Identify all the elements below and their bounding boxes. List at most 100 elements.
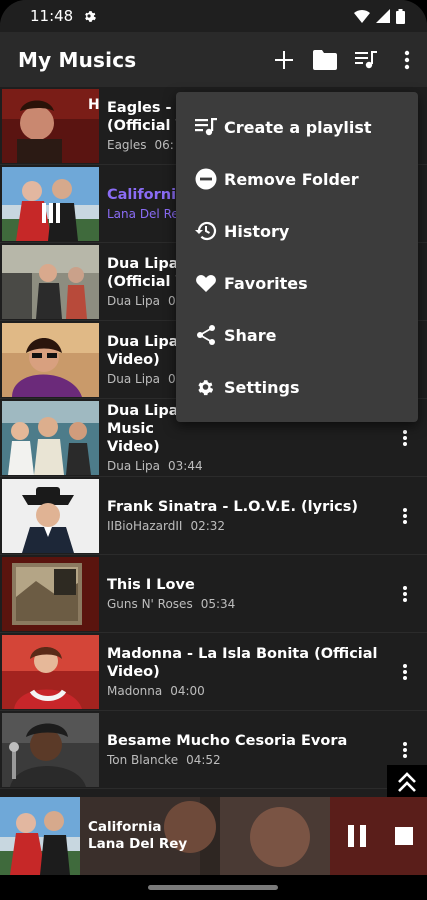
history-icon	[194, 219, 218, 243]
now-playing-artist: Lana Del Rey	[88, 836, 188, 852]
song-meta: Guns N' Roses 05:34	[107, 597, 383, 611]
more-vert-icon	[403, 585, 407, 602]
pause-button[interactable]	[342, 816, 372, 856]
song-thumbnail	[2, 401, 99, 475]
gear-icon	[194, 375, 218, 399]
song-artist: Dua Lipa	[107, 459, 161, 473]
song-title: Madonna - La Isla Bonita (Official Video…	[107, 646, 378, 680]
song-row[interactable]: Frank Sinatra - L.O.V.E. (lyrics) IIBioH…	[0, 477, 427, 555]
add-button[interactable]	[263, 38, 304, 82]
song-thumbnail: HI	[2, 89, 99, 163]
song-duration: 05:34	[200, 597, 236, 611]
mini-player[interactable]: California Lana Del Rey	[0, 797, 427, 875]
song-title: Frank Sinatra - L.O.V.E. (lyrics)	[107, 499, 359, 515]
menu-item-history[interactable]: History	[176, 205, 418, 257]
song-thumbnail	[2, 713, 99, 787]
playlist-button[interactable]	[345, 38, 386, 82]
song-more-button[interactable]	[395, 426, 415, 450]
double-chevron-up-icon	[398, 771, 416, 792]
song-artist: Dua Lipa	[107, 372, 161, 386]
song-title: Besame Mucho Cesoria Evora	[107, 733, 348, 749]
song-row[interactable]: This I Love Guns N' Roses 05:34	[0, 555, 427, 633]
now-playing-thumbnail	[0, 797, 80, 875]
heart-icon	[194, 271, 218, 295]
svg-text:HI: HI	[88, 97, 99, 113]
song-duration: 03:44	[168, 459, 203, 473]
menu-item-share[interactable]: Share	[176, 309, 418, 361]
song-artist: Lana Del Re	[107, 207, 179, 221]
menu-item-favorites[interactable]: Favorites	[176, 257, 418, 309]
song-more-button[interactable]	[395, 738, 415, 762]
status-bar: 11:48	[0, 0, 427, 32]
song-duration: 02:32	[190, 519, 226, 533]
song-more-button[interactable]	[395, 660, 415, 684]
settings-status-icon	[85, 11, 97, 22]
menu-item-create-playlist[interactable]: Create a playlist	[176, 101, 418, 153]
song-info: Frank Sinatra - L.O.V.E. (lyrics) IIBioH…	[107, 477, 383, 554]
folder-icon	[312, 49, 337, 70]
now-playing-info: California Lana Del Rey	[88, 819, 187, 853]
menu-item-label: Settings	[224, 377, 300, 397]
song-duration: 04:52	[186, 753, 221, 767]
wifi-icon	[354, 9, 370, 23]
song-artist: IIBioHazardII	[107, 519, 183, 533]
playlist-add-icon	[194, 115, 218, 139]
song-thumbnail	[2, 323, 99, 397]
menu-item-label: Remove Folder	[224, 169, 359, 189]
song-info: Besame Mucho Cesoria Evora Ton Blancke 04…	[107, 711, 383, 788]
more-vert-icon	[403, 741, 407, 758]
menu-item-settings[interactable]: Settings	[176, 361, 418, 413]
stop-icon	[394, 827, 413, 845]
status-icons	[354, 8, 405, 24]
menu-item-label: History	[224, 221, 290, 241]
song-row[interactable]: Madonna - La Isla Bonita (Official Video…	[0, 633, 427, 711]
song-thumbnail	[2, 557, 99, 631]
song-meta: Dua Lipa 03:44	[107, 459, 383, 473]
song-artist: Guns N' Roses	[107, 597, 193, 611]
song-thumbnail	[2, 479, 99, 553]
screen: 11:48 My Musics H Eagles - (Official Eag…	[0, 0, 427, 900]
song-meta: IIBioHazardII 02:32	[107, 519, 383, 533]
song-title: This I Love	[107, 577, 195, 593]
menu-item-label: Favorites	[224, 273, 308, 293]
song-thumbnail	[2, 245, 99, 319]
song-artist: Dua Lipa	[107, 294, 161, 308]
signal-icon	[376, 9, 390, 23]
battery-icon	[396, 8, 405, 24]
now-playing-title: California	[88, 819, 162, 835]
song-meta: Ton Blancke 04:52	[107, 753, 383, 767]
song-more-button[interactable]	[395, 582, 415, 606]
menu-item-label: Share	[224, 325, 277, 345]
more-options-button[interactable]	[386, 38, 427, 82]
song-info: This I Love Guns N' Roses 05:34	[107, 555, 383, 632]
app-bar: My Musics	[0, 32, 427, 87]
menu-item-label: Create a playlist	[224, 117, 372, 137]
plus-icon	[274, 50, 293, 69]
song-duration: 04:00	[170, 684, 205, 698]
app-bar-actions	[263, 38, 427, 82]
more-vert-icon	[403, 507, 407, 524]
song-thumbnail	[2, 635, 99, 709]
stop-button[interactable]	[389, 816, 419, 856]
song-duration: 0	[168, 372, 176, 386]
song-duration: 0	[168, 294, 176, 308]
playlist-icon	[354, 50, 377, 68]
remove-circle-icon	[194, 167, 218, 191]
navigation-bar	[0, 875, 427, 900]
home-gesture-pill[interactable]	[148, 885, 278, 890]
song-row[interactable]: Besame Mucho Cesoria Evora Ton Blancke 04…	[0, 711, 427, 789]
song-artist: Ton Blancke	[107, 753, 179, 767]
share-icon	[194, 323, 218, 347]
song-info: Madonna - La Isla Bonita (Official Video…	[107, 633, 383, 710]
player-controls	[334, 797, 427, 875]
song-thumbnail	[2, 167, 99, 241]
scroll-to-top-button[interactable]	[387, 765, 427, 800]
overflow-menu: Create a playlist Remove Folder History …	[176, 92, 418, 422]
song-more-button[interactable]	[395, 504, 415, 528]
more-vert-icon	[403, 429, 407, 446]
menu-item-remove-folder[interactable]: Remove Folder	[176, 153, 418, 205]
more-vert-icon	[404, 50, 409, 69]
more-vert-icon	[403, 663, 407, 680]
folder-button[interactable]	[304, 38, 345, 82]
song-artist: Eagles	[107, 138, 147, 152]
